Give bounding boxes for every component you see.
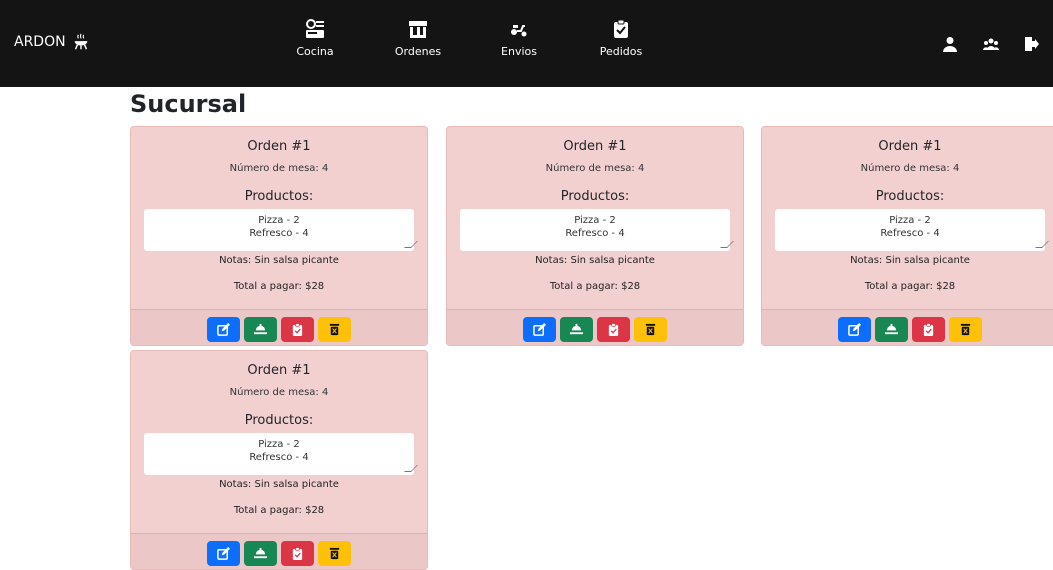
brand-link[interactable]: ARDON — [14, 33, 90, 51]
products-heading: Productos: — [560, 189, 630, 204]
card-actions — [131, 533, 427, 569]
products-heading: Productos: — [244, 413, 314, 428]
order-notes: Notas: Sin salsa picante — [219, 255, 339, 266]
product-line: Pizza - 2 — [258, 439, 300, 450]
order-card: Orden #1 Número de mesa: 4 Productos: Pi… — [446, 126, 744, 346]
products-textarea[interactable]: Pizza - 2 Refresco - 4 — [775, 209, 1049, 251]
clipboard-button[interactable] — [281, 540, 314, 566]
trash-icon — [329, 547, 340, 559]
edit-icon — [217, 546, 230, 560]
table-number: Número de mesa: 4 — [229, 387, 329, 398]
nav-cocina-label: Cocina — [296, 45, 334, 58]
order-notes: Notas: Sin salsa picante — [850, 255, 970, 266]
delivery-icon — [508, 18, 530, 40]
order-title: Orden #1 — [878, 139, 942, 154]
delete-button[interactable] — [634, 316, 667, 342]
table-number: Número de mesa: 4 — [229, 163, 329, 174]
brand-name: ARDON — [14, 34, 66, 50]
resize-handle[interactable] — [1035, 241, 1049, 248]
products-textarea[interactable]: Pizza - 2 Refresco - 4 — [144, 209, 418, 251]
serve-icon — [254, 323, 267, 334]
resize-handle[interactable] — [720, 241, 734, 248]
order-total: Total a pagar: $28 — [864, 281, 956, 292]
product-line: Pizza - 2 — [258, 215, 300, 226]
serve-icon — [885, 323, 898, 334]
trash-icon — [645, 323, 656, 335]
clipboard-icon — [292, 546, 303, 560]
page-title: Sucursal — [130, 90, 247, 118]
edit-icon — [533, 322, 546, 336]
product-line: Refresco - 4 — [249, 452, 309, 463]
product-line: Refresco - 4 — [880, 228, 940, 239]
clipboard-check-icon — [610, 18, 632, 40]
kitchen-icon — [304, 18, 326, 40]
users-button[interactable] — [983, 36, 999, 52]
order-total: Total a pagar: $28 — [549, 281, 641, 292]
product-line: Refresco - 4 — [565, 228, 625, 239]
top-navbar: ARDON Cocina Ordenes Envios Pedidos — [0, 0, 1053, 87]
table-number: Número de mesa: 4 — [545, 163, 645, 174]
logout-button[interactable] — [1023, 36, 1039, 52]
order-notes: Notas: Sin salsa picante — [535, 255, 655, 266]
clipboard-icon — [608, 322, 619, 336]
products-textarea[interactable]: Pizza - 2 Refresco - 4 — [144, 433, 418, 475]
table-number: Número de mesa: 4 — [860, 163, 960, 174]
grill-icon — [74, 33, 87, 50]
clipboard-icon — [923, 322, 934, 336]
clipboard-button[interactable] — [912, 316, 945, 342]
nav-pedidos[interactable]: Pedidos — [586, 18, 656, 58]
product-line: Refresco - 4 — [249, 228, 309, 239]
delete-button[interactable] — [318, 540, 351, 566]
serve-button[interactable] — [560, 316, 593, 342]
trash-icon — [960, 323, 971, 335]
card-actions — [762, 309, 1053, 345]
trash-icon — [329, 323, 340, 335]
order-notes: Notas: Sin salsa picante — [219, 479, 339, 490]
order-card: Orden #1 Número de mesa: 4 Productos: Pi… — [130, 126, 428, 346]
products-textarea[interactable]: Pizza - 2 Refresco - 4 — [460, 209, 734, 251]
resize-handle[interactable] — [404, 465, 418, 472]
edit-button[interactable] — [207, 540, 240, 566]
card-actions — [447, 309, 743, 345]
order-title: Orden #1 — [247, 139, 311, 154]
nav-ordenes[interactable]: Ordenes — [383, 18, 453, 58]
products-heading: Productos: — [244, 189, 314, 204]
delete-button[interactable] — [318, 316, 351, 342]
serve-icon — [254, 547, 267, 558]
clipboard-icon — [292, 322, 303, 336]
edit-button[interactable] — [838, 316, 871, 342]
order-title: Orden #1 — [247, 363, 311, 378]
order-title: Orden #1 — [563, 139, 627, 154]
order-card: Orden #1 Número de mesa: 4 Productos: Pi… — [130, 350, 428, 570]
order-total: Total a pagar: $28 — [233, 281, 325, 292]
edit-button[interactable] — [523, 316, 556, 342]
user-icon — [943, 37, 957, 52]
serve-button[interactable] — [875, 316, 908, 342]
edit-button[interactable] — [207, 316, 240, 342]
order-total: Total a pagar: $28 — [233, 505, 325, 516]
nav-cocina[interactable]: Cocina — [280, 18, 350, 58]
serve-icon — [570, 323, 583, 334]
products-heading: Productos: — [875, 189, 945, 204]
nav-pedidos-label: Pedidos — [599, 45, 643, 58]
product-line: Pizza - 2 — [574, 215, 616, 226]
edit-icon — [217, 322, 230, 336]
nav-ordenes-label: Ordenes — [394, 45, 442, 58]
clipboard-button[interactable] — [597, 316, 630, 342]
store-icon — [407, 18, 429, 40]
users-icon — [983, 38, 999, 50]
product-line: Pizza - 2 — [889, 215, 931, 226]
serve-button[interactable] — [244, 540, 277, 566]
resize-handle[interactable] — [404, 241, 418, 248]
order-card: Orden #1 Número de mesa: 4 Productos: Pi… — [761, 126, 1053, 346]
serve-button[interactable] — [244, 316, 277, 342]
card-actions — [131, 309, 427, 345]
clipboard-button[interactable] — [281, 316, 314, 342]
delete-button[interactable] — [949, 316, 982, 342]
nav-envios[interactable]: Envios — [484, 18, 554, 58]
edit-icon — [848, 322, 861, 336]
user-button[interactable] — [942, 36, 958, 52]
nav-envios-label: Envios — [501, 45, 537, 58]
logout-icon — [1025, 37, 1039, 51]
